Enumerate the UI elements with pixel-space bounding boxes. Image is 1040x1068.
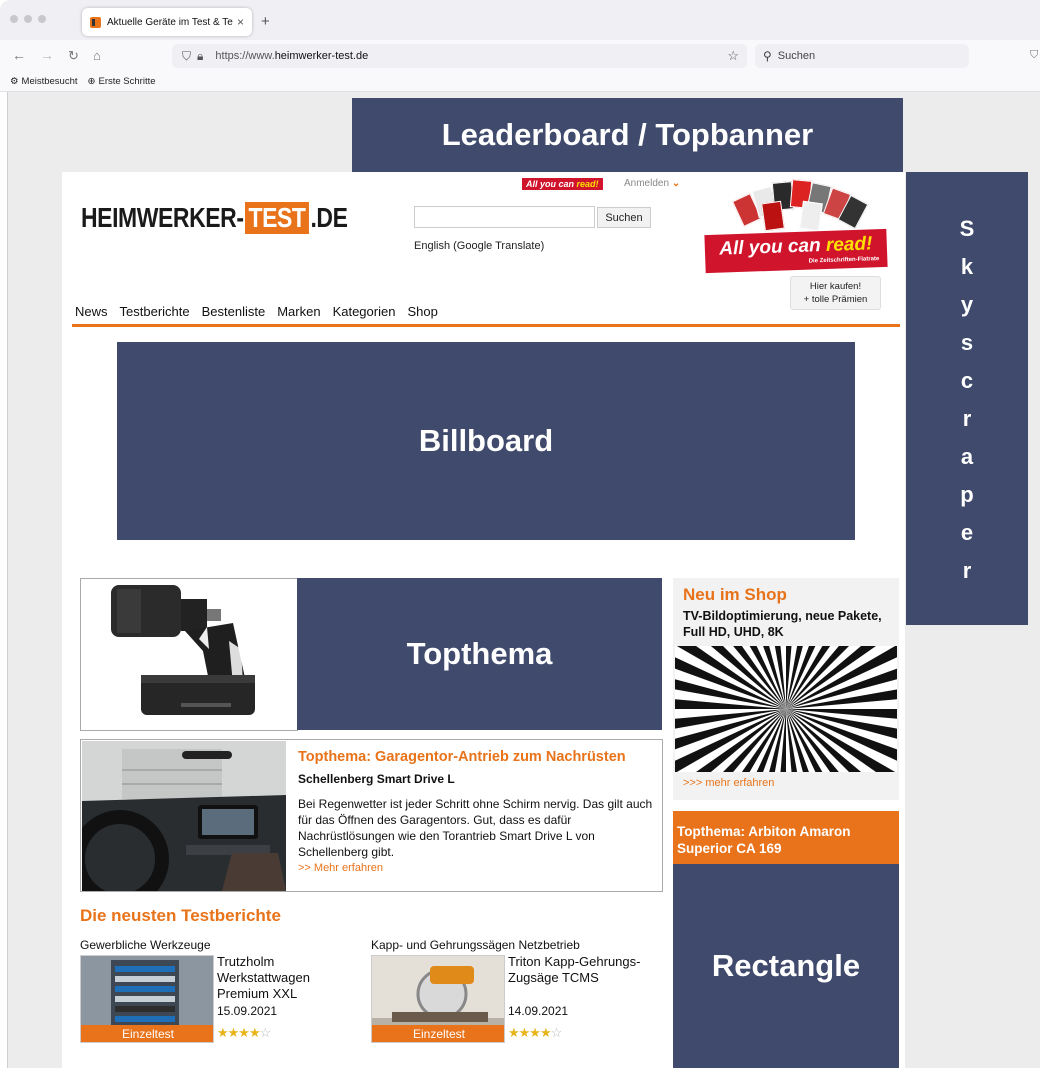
article-headline[interactable]: Topthema: Garagentor-Antrieb zum Nachrüs… bbox=[298, 749, 626, 765]
shop-more-link[interactable]: >>> mehr erfahren bbox=[683, 777, 774, 789]
bookmark-most-visited[interactable]: ⚙ Meistbesucht bbox=[10, 76, 78, 87]
test-report-card[interactable]: Gewerbliche Werkzeuge Einzeltest Trutzho… bbox=[80, 938, 360, 1058]
url-bar[interactable]: ⛉🔒︎ https://www.heimwerker-test.de ☆ bbox=[172, 44, 747, 68]
shop-title: Neu im Shop bbox=[683, 585, 787, 604]
article-subheadline: Schellenberg Smart Drive L bbox=[298, 772, 455, 786]
nav-news[interactable]: News bbox=[75, 304, 108, 319]
globe-icon: ⊕ bbox=[87, 76, 96, 87]
new-tab-button[interactable]: + bbox=[261, 13, 270, 30]
site-search-input[interactable] bbox=[414, 206, 595, 228]
site-search-button[interactable]: Suchen bbox=[597, 207, 651, 228]
nav-divider bbox=[72, 324, 900, 327]
browser-search-input[interactable]: ⚲ Suchen bbox=[755, 44, 969, 68]
test-category: Gewerbliche Werkzeuge bbox=[80, 938, 211, 952]
site-logo[interactable]: HEIMWERKER- TEST .DE bbox=[81, 200, 348, 236]
bookmark-getting-started[interactable]: ⊕ Erste Schritte bbox=[88, 76, 156, 87]
miter-saw-image: Einzeltest bbox=[371, 955, 505, 1043]
search-icon: ⚲ bbox=[763, 49, 772, 63]
tab-title: Aktuelle Geräte im Test & Testb bbox=[107, 16, 233, 28]
ayr-badge[interactable]: All you can read! bbox=[522, 178, 603, 190]
promo-banner: All you can read! Die Zeitschriften-Flat… bbox=[704, 228, 888, 274]
shop-teaser[interactable]: Neu im Shop TV-Bildoptimierung, neue Pak… bbox=[673, 578, 899, 800]
article-more-link[interactable]: >> Mehr erfahren bbox=[298, 862, 383, 874]
reload-icon[interactable]: ↻ bbox=[68, 48, 79, 64]
main-navigation: News Testberichte Bestenliste Marken Kat… bbox=[75, 304, 438, 319]
translate-link[interactable]: English (Google Translate) bbox=[414, 240, 544, 252]
buy-button[interactable]: Hier kaufen! + tolle Prämien bbox=[790, 276, 881, 310]
gear-icon: ⚙ bbox=[10, 76, 19, 87]
forward-icon[interactable]: → bbox=[40, 47, 54, 63]
back-icon[interactable]: ← bbox=[12, 47, 26, 63]
arbiton-teaser[interactable]: Topthema: Arbiton Amaron Superior CA 169 bbox=[673, 811, 899, 865]
nav-kategorien[interactable]: Kategorien bbox=[333, 304, 396, 319]
home-icon[interactable]: ⌂ bbox=[93, 48, 101, 63]
bookmarks-toolbar: ⚙ Meistbesucht ⊕ Erste Schritte bbox=[0, 72, 1040, 92]
topthema-ad[interactable]: Topthema bbox=[297, 578, 662, 730]
rectangle-ad[interactable]: Rectangle bbox=[673, 864, 899, 1068]
latest-tests-heading: Die neusten Testberichte bbox=[80, 906, 281, 925]
hammer-drill-image[interactable] bbox=[80, 578, 298, 731]
test-category: Kapp- und Gehrungssägen Netzbetrieb bbox=[371, 938, 580, 952]
tab-bar: Aktuelle Geräte im Test & Testb × + bbox=[0, 0, 1040, 40]
car-dashboard-image bbox=[82, 741, 286, 891]
skyscraper-ad[interactable]: Skyscraper bbox=[906, 172, 1028, 625]
nav-shop[interactable]: Shop bbox=[407, 304, 437, 319]
close-tab-icon[interactable]: × bbox=[237, 15, 244, 29]
nav-marken[interactable]: Marken bbox=[277, 304, 320, 319]
shop-description: TV-Bildoptimierung, neue Pakete, Full HD… bbox=[683, 609, 882, 639]
magazine-stack-image bbox=[727, 179, 877, 232]
window-controls[interactable] bbox=[10, 15, 46, 23]
test-pattern-image bbox=[675, 646, 897, 772]
site-favicon-icon bbox=[90, 16, 101, 28]
topthema-article[interactable]: Topthema: Garagentor-Antrieb zum Nachrüs… bbox=[80, 739, 663, 892]
chevron-down-icon: ⌄ bbox=[671, 178, 681, 189]
test-badge: Einzeltest bbox=[372, 1025, 504, 1042]
test-product-name[interactable]: Triton Kapp-Gehrungs-Zugsäge TCMS bbox=[508, 954, 648, 986]
tool-cart-image: Einzeltest bbox=[80, 955, 214, 1043]
rating-stars: ★★★★☆ bbox=[217, 1025, 271, 1040]
article-body: Bei Regenwetter ist jeder Schritt ohne S… bbox=[298, 797, 653, 859]
magazine-promo[interactable]: All you can read! Die Zeitschriften-Flat… bbox=[704, 179, 888, 274]
nav-bestenliste[interactable]: Bestenliste bbox=[202, 304, 266, 319]
browser-search-placeholder: Suchen bbox=[777, 50, 816, 62]
test-date: 15.09.2021 bbox=[217, 1004, 278, 1018]
shield-icon[interactable]: ⛉ bbox=[1030, 49, 1038, 62]
test-product-name[interactable]: Trutzholm Werkstattwagen Premium XXL bbox=[217, 954, 357, 1002]
test-date: 14.09.2021 bbox=[508, 1004, 569, 1018]
login-link[interactable]: Anmelden ⌄ bbox=[624, 178, 680, 189]
leaderboard-ad[interactable]: Leaderboard / Topbanner bbox=[352, 98, 903, 172]
nav-testberichte[interactable]: Testberichte bbox=[120, 304, 190, 319]
url-text[interactable]: https://www.heimwerker-test.de bbox=[215, 50, 368, 62]
browser-tab[interactable]: Aktuelle Geräte im Test & Testb × bbox=[82, 8, 252, 36]
bookmark-star-icon[interactable]: ☆ bbox=[727, 48, 739, 64]
rating-stars: ★★★★☆ bbox=[508, 1025, 562, 1040]
billboard-ad[interactable]: Billboard bbox=[117, 342, 855, 540]
test-badge: Einzeltest bbox=[81, 1025, 213, 1042]
test-report-card[interactable]: Kapp- und Gehrungssägen Netzbetrieb Einz… bbox=[371, 938, 651, 1058]
shield-lock-icon: ⛉🔒︎ bbox=[182, 48, 210, 63]
